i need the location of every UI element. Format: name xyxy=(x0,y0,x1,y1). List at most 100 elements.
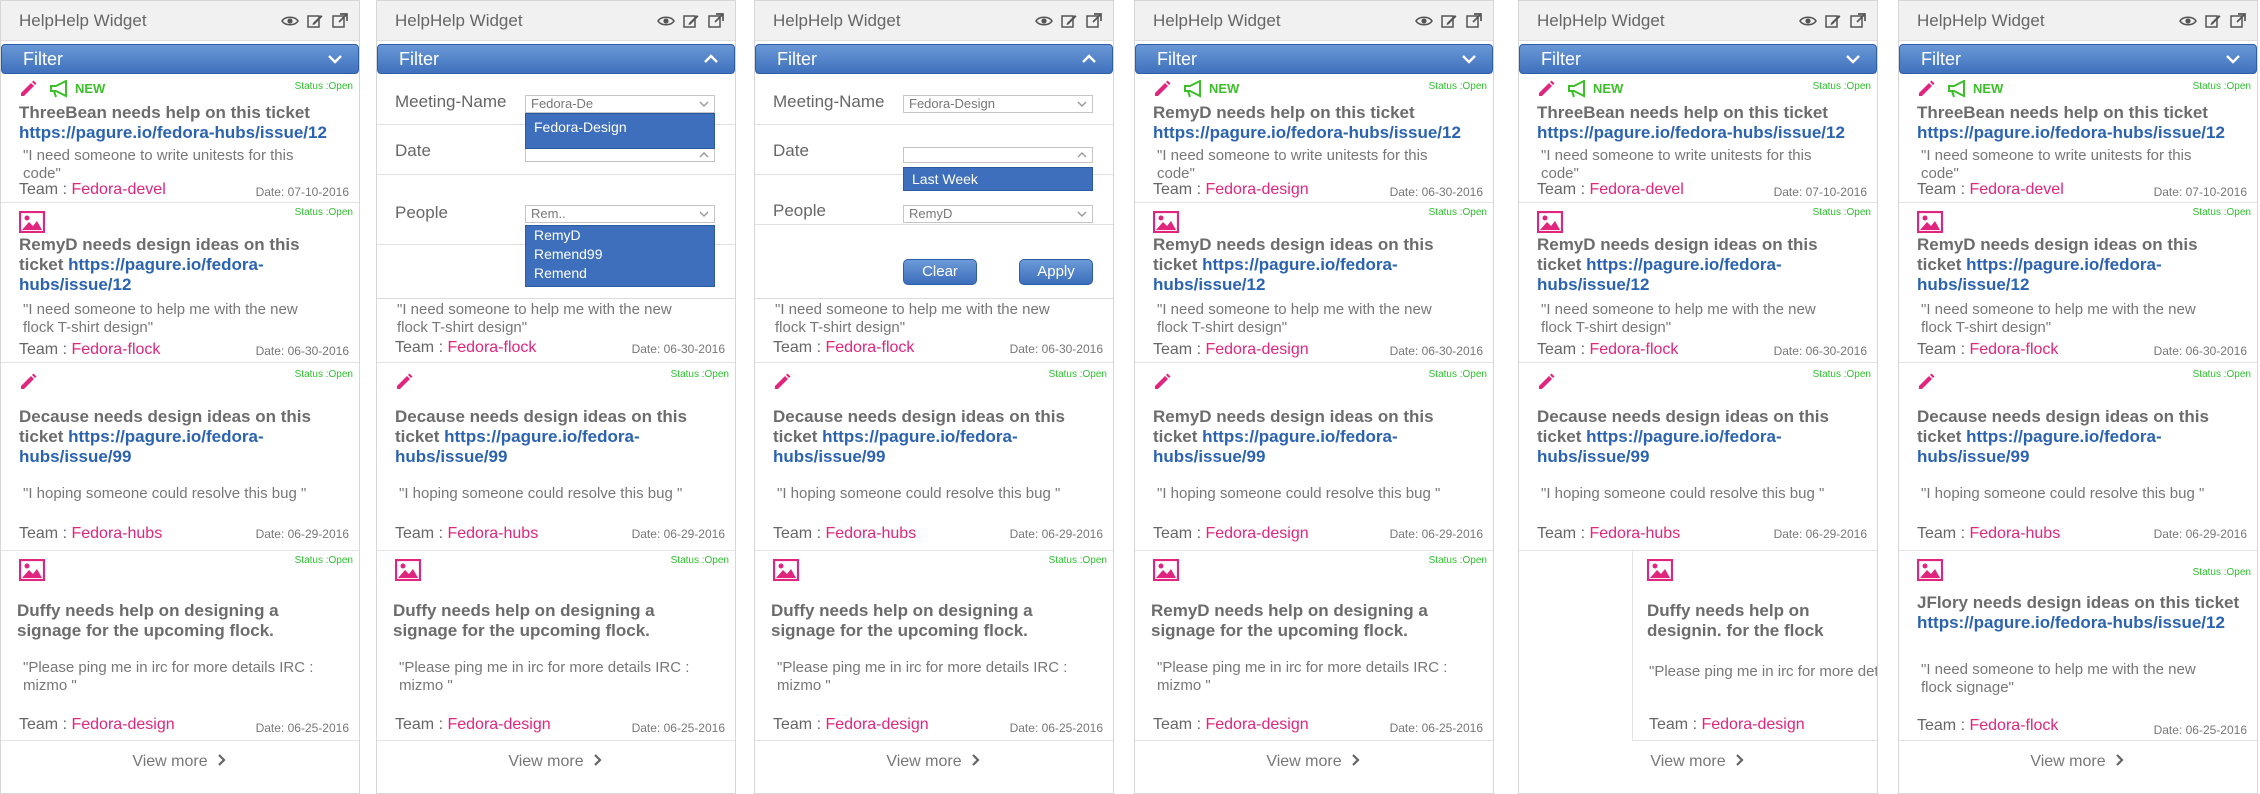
eye-icon[interactable] xyxy=(1415,12,1433,30)
help-card[interactable]: Status :Open RemyD needs design ideas on… xyxy=(1,203,359,363)
ticket-link[interactable]: https://pagure.io/fedora-hubs/issue/12 xyxy=(1917,123,2225,142)
team-link[interactable]: Fedora-devel xyxy=(1969,181,2063,198)
help-card[interactable]: "I need someone to help me with the new … xyxy=(377,299,735,363)
help-card[interactable]: Status :Open Decause needs design ideas … xyxy=(755,363,1113,551)
external-link-icon[interactable] xyxy=(2229,12,2247,30)
help-card[interactable]: Status :Open Decause needs design ideas … xyxy=(1,363,359,551)
team-link[interactable]: Fedora-design xyxy=(1205,525,1308,542)
chevron-down-icon[interactable] xyxy=(1460,50,1478,68)
team-link[interactable]: Fedora-flock xyxy=(71,341,160,358)
date-option[interactable]: Last Week xyxy=(904,168,1092,190)
team-link[interactable]: Fedora-flock xyxy=(1589,341,1678,358)
people-select[interactable]: RemyD xyxy=(903,205,1093,223)
people-option[interactable]: Remend99 xyxy=(526,245,714,264)
help-card[interactable]: Status :Open RemyD needs help on designi… xyxy=(1135,551,1493,741)
help-card[interactable]: Status :Open Decause needs design ideas … xyxy=(1519,363,1877,551)
filter-bar[interactable]: Filter xyxy=(1519,44,1877,74)
help-card[interactable]: Status :Open RemyD needs design ideas on… xyxy=(1899,203,2257,363)
eye-icon[interactable] xyxy=(2179,12,2197,30)
team-link[interactable]: Fedora-devel xyxy=(1589,181,1683,198)
help-card[interactable]: Status :Open Duffy needs help on designi… xyxy=(1,551,359,741)
edit-icon[interactable] xyxy=(306,12,324,30)
view-more-button[interactable]: View more xyxy=(1899,753,2257,771)
people-dropdown[interactable]: RemyD Remend99 Remend xyxy=(525,225,715,287)
meeting-select[interactable]: Fedora-De xyxy=(525,95,715,113)
team-link[interactable]: Fedora-flock xyxy=(1969,341,2058,358)
team-link[interactable]: Fedora-devel xyxy=(71,181,165,198)
team-link[interactable]: Fedora-hubs xyxy=(447,525,538,542)
date-dropdown[interactable]: Last Week xyxy=(903,167,1093,191)
team-link[interactable]: Fedora-design xyxy=(1205,341,1308,358)
ticket-link[interactable]: https://pagure.io/fedora-hubs/issue/12 xyxy=(1153,123,1461,142)
edit-icon[interactable] xyxy=(2204,12,2222,30)
chevron-down-icon[interactable] xyxy=(1844,50,1862,68)
view-more-button[interactable]: View more xyxy=(755,753,1113,771)
team-link[interactable]: Fedora-design xyxy=(447,716,550,733)
meeting-dropdown[interactable]: Fedora-Design xyxy=(525,113,715,149)
filter-bar[interactable]: Filter xyxy=(377,44,735,74)
help-card[interactable]: Status :Open RemyD needs design ideas on… xyxy=(1519,203,1877,363)
team-link[interactable]: Fedora-hubs xyxy=(71,525,162,542)
team-link[interactable]: Fedora-design xyxy=(1205,181,1308,198)
chevron-up-icon[interactable] xyxy=(702,50,720,68)
team-link[interactable]: Fedora-design xyxy=(1205,716,1308,733)
help-card[interactable]: Duffy needs help on designin. for the fl… xyxy=(1519,551,1877,741)
team-link[interactable]: Fedora-design xyxy=(1701,716,1804,733)
chevron-up-icon[interactable] xyxy=(1080,50,1098,68)
edit-icon[interactable] xyxy=(1440,12,1458,30)
edit-icon[interactable] xyxy=(682,12,700,30)
help-card[interactable]: NEW Status :Open ThreeBean needs help on… xyxy=(1899,75,2257,203)
apply-button[interactable]: Apply xyxy=(1019,259,1093,285)
team-link[interactable]: Fedora-design xyxy=(825,716,928,733)
help-card[interactable]: NEW Status :Open ThreeBean needs help on… xyxy=(1,75,359,203)
edit-icon[interactable] xyxy=(1060,12,1078,30)
external-link-icon[interactable] xyxy=(707,12,725,30)
chevron-down-icon[interactable] xyxy=(2224,50,2242,68)
help-card[interactable]: Status :Open JFlory needs design ideas o… xyxy=(1899,551,2257,741)
help-card[interactable]: "I need someone to help me with the new … xyxy=(755,299,1113,363)
team-link[interactable]: Fedora-flock xyxy=(1969,717,2058,734)
view-more-button[interactable]: View more xyxy=(377,753,735,771)
team-link[interactable]: Fedora-hubs xyxy=(825,525,916,542)
eye-icon[interactable] xyxy=(281,12,299,30)
external-link-icon[interactable] xyxy=(1849,12,1867,30)
view-more-button[interactable]: View more xyxy=(1519,753,1877,771)
team-link[interactable]: Fedora-hubs xyxy=(1589,525,1680,542)
people-option[interactable]: RemyD xyxy=(526,226,714,245)
date-select[interactable] xyxy=(903,147,1093,163)
external-link-icon[interactable] xyxy=(331,12,349,30)
team-link[interactable]: Fedora-flock xyxy=(825,339,914,356)
filter-bar[interactable]: Filter xyxy=(1135,44,1493,74)
team-link[interactable]: Fedora-design xyxy=(71,716,174,733)
help-card[interactable]: Status :Open RemyD needs design ideas on… xyxy=(1135,363,1493,551)
meeting-option[interactable]: Fedora-Design xyxy=(526,114,714,140)
external-link-icon[interactable] xyxy=(1085,12,1103,30)
filter-bar[interactable]: Filter xyxy=(1899,44,2257,74)
help-card[interactable]: NEW Status :Open RemyD needs help on thi… xyxy=(1135,75,1493,203)
help-card[interactable]: Status :Open Decause needs design ideas … xyxy=(377,363,735,551)
team-link[interactable]: Fedora-hubs xyxy=(1969,525,2060,542)
edit-icon[interactable] xyxy=(1824,12,1842,30)
eye-icon[interactable] xyxy=(1035,12,1053,30)
help-card[interactable]: Status :Open Decause needs design ideas … xyxy=(1899,363,2257,551)
people-option[interactable]: Remend xyxy=(526,264,714,283)
ticket-link[interactable]: https://pagure.io/fedora-hubs/issue/12 xyxy=(19,123,327,142)
meeting-select[interactable]: Fedora-Design xyxy=(903,95,1093,113)
clear-button[interactable]: Clear xyxy=(903,259,977,285)
team-link[interactable]: Fedora-flock xyxy=(447,339,536,356)
view-more-button[interactable]: View more xyxy=(1,753,359,771)
help-card[interactable]: Status :Open Duffy needs help on designi… xyxy=(755,551,1113,741)
filter-bar[interactable]: Filter xyxy=(1,44,359,74)
date-select[interactable] xyxy=(525,148,715,162)
external-link-icon[interactable] xyxy=(1465,12,1483,30)
ticket-link[interactable]: https://pagure.io/fedora-hubs/issue/12 xyxy=(1537,123,1845,142)
help-card[interactable]: NEW Status :Open ThreeBean needs help on… xyxy=(1519,75,1877,203)
chevron-down-icon[interactable] xyxy=(326,50,344,68)
people-select[interactable]: Rem.. xyxy=(525,205,715,223)
help-card[interactable]: Status :Open RemyD needs design ideas on… xyxy=(1135,203,1493,363)
filter-bar[interactable]: Filter xyxy=(755,44,1113,74)
eye-icon[interactable] xyxy=(1799,12,1817,30)
view-more-button[interactable]: View more xyxy=(1135,753,1493,771)
ticket-link[interactable]: https://pagure.io/fedora-hubs/issue/12 xyxy=(1917,613,2225,632)
eye-icon[interactable] xyxy=(657,12,675,30)
